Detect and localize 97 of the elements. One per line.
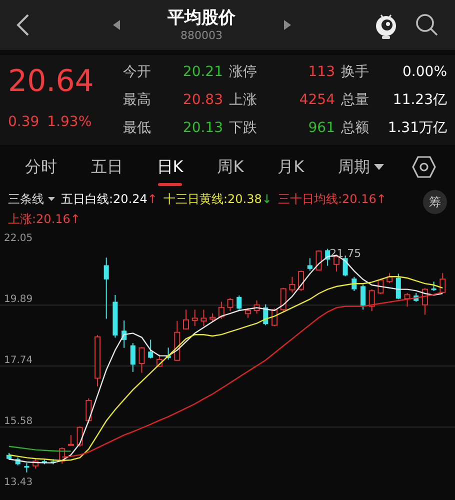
candlestick [166, 347, 171, 360]
stat-label: 最高 [122, 91, 152, 110]
axis-label: 17.74 [4, 355, 33, 366]
candlestick [227, 298, 234, 312]
candlestick [24, 462, 30, 473]
candlestick [307, 258, 312, 272]
axis-label: 13.43 [4, 477, 33, 488]
candlestick [6, 452, 12, 460]
candlestick [254, 300, 260, 314]
candlestick [342, 256, 348, 277]
candlestick [210, 312, 216, 322]
candlestick [183, 309, 189, 330]
stat-label: 上涨 [228, 91, 258, 110]
candlestick [316, 250, 322, 272]
legend-entry: 三十日均线:20.16↑ [278, 191, 386, 208]
candlestick [396, 273, 401, 300]
stat-label: 总额 [340, 119, 370, 138]
settings-icon[interactable] [412, 155, 436, 179]
chip-button[interactable]: 筹 [423, 190, 447, 214]
candlestick [404, 292, 410, 308]
stat-value: 1.31万亿 [386, 119, 447, 138]
candlestick [50, 458, 56, 465]
candlestick [148, 339, 154, 359]
candlestick [59, 447, 66, 464]
candlestick [68, 434, 74, 446]
stat-value: 113 [307, 63, 335, 82]
period-dropdown[interactable]: 周期 [332, 151, 390, 183]
legend-entry: 五日白线:20.24↑ [61, 191, 158, 208]
caret-icon[interactable] [374, 164, 384, 170]
legend-entry: 上涨:20.16↑ [8, 211, 80, 228]
search-icon[interactable] [415, 13, 439, 37]
candlestick [15, 456, 20, 466]
candlestick [174, 320, 180, 362]
candlestick [325, 248, 330, 266]
stat-label: 涨停 [228, 63, 258, 82]
candlestick [32, 458, 39, 469]
stock-code: 880003 [180, 28, 222, 42]
candlestick [218, 301, 224, 320]
candlestick [414, 292, 419, 302]
candlestick [94, 334, 100, 387]
candlestick [368, 288, 375, 312]
candlestick [352, 276, 357, 292]
stat-value: 20.13 [182, 119, 223, 138]
stat-label: 下跌 [228, 119, 258, 138]
axis-label: 19.89 [4, 294, 33, 306]
candlestick [76, 426, 83, 448]
candlestick [431, 281, 436, 292]
page-title: 平均股价 [168, 8, 236, 29]
candlestick [386, 272, 393, 284]
stat-value: 20.83 [182, 91, 223, 110]
candlestick [422, 287, 428, 316]
stat-value: 20.21 [182, 63, 223, 82]
candlestick [104, 257, 109, 320]
line-selector[interactable]: 三条线 [8, 190, 55, 208]
stat-label: 最低 [122, 119, 152, 138]
last-price: 20.64 [8, 66, 95, 97]
stat-label: 今开 [122, 63, 152, 82]
candlestick [244, 307, 251, 318]
next-icon[interactable] [284, 20, 290, 30]
legend-entry: 十三日黄线:20.38↓ [163, 191, 272, 208]
stat-value: 4254 [298, 91, 335, 110]
caret-icon[interactable] [48, 197, 55, 201]
candlestick [200, 309, 207, 327]
period-tab[interactable]: 五日 [84, 151, 129, 183]
candlestick [156, 354, 162, 368]
percent-change: 1.93% [47, 113, 92, 132]
candlestick [192, 309, 198, 327]
candlestick [378, 278, 384, 295]
candlestick [280, 287, 286, 312]
stat-label: 总量 [340, 91, 370, 110]
candlestick [138, 346, 145, 374]
period-tab[interactable]: 月K [272, 151, 310, 183]
candlestick [272, 308, 278, 327]
max-price-label: 21.75 [330, 246, 362, 260]
price-change: 0.39 [8, 113, 40, 132]
candlestick [86, 398, 92, 424]
candlestick [122, 320, 127, 348]
period-tab[interactable]: 分时 [18, 151, 63, 183]
candlestick [236, 295, 242, 310]
candlestick [263, 304, 268, 326]
candlestick [298, 270, 304, 292]
stat-value: 11.23亿 [392, 91, 447, 110]
previous-icon[interactable] [112, 20, 120, 30]
stat-value: 0.00% [402, 63, 447, 82]
candlestick [42, 458, 47, 465]
candlestick [360, 284, 366, 310]
candlestick [440, 272, 446, 294]
period-tab[interactable]: 日K [150, 151, 190, 183]
axis-label: 22.05 [4, 233, 33, 244]
axis-label: 15.58 [4, 416, 33, 428]
back-icon[interactable] [16, 13, 30, 37]
candlestick [289, 276, 296, 293]
period-tab[interactable]: 周K [211, 151, 250, 183]
stat-label: 换手 [340, 63, 370, 82]
candlestick [130, 342, 136, 372]
stat-value: 961 [307, 119, 335, 138]
candlestick [112, 294, 118, 338]
